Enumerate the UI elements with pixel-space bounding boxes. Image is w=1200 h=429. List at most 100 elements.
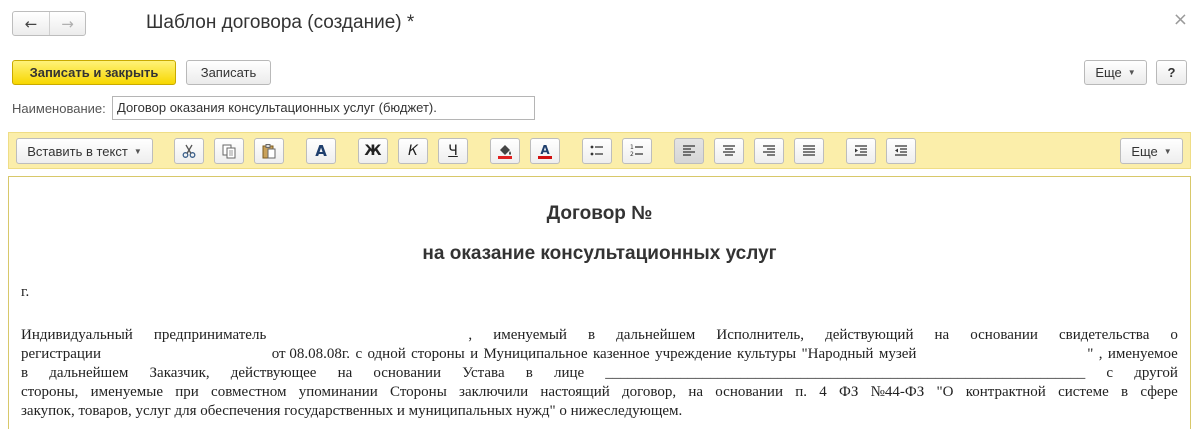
document-word: , [1098, 346, 1103, 362]
align-justify-icon [803, 145, 815, 156]
document-word: п. [795, 384, 807, 400]
document-title: Договор № [546, 203, 653, 224]
align-center-button[interactable] [714, 138, 744, 164]
document-word: именуемое [1107, 346, 1178, 362]
document-word: с [1106, 365, 1114, 381]
name-label: Наименование: [12, 101, 106, 116]
document-word: Исполнитель, [716, 327, 805, 343]
document-word: лице [553, 365, 585, 381]
document-word: 4 [819, 384, 827, 400]
italic-button[interactable]: К [398, 138, 428, 164]
increase-indent-button[interactable] [846, 138, 876, 164]
bold-button[interactable]: Ж [358, 138, 388, 164]
document-city: г. [21, 284, 30, 300]
document-word: регистрации [21, 346, 101, 362]
document-word: основании [970, 327, 1038, 343]
font-icon: A [315, 142, 327, 160]
underline-icon: Ч [448, 143, 458, 159]
help-button[interactable]: ? [1156, 60, 1187, 85]
document-word: упоминании [298, 384, 378, 400]
arrow-left-icon: ← [24, 14, 38, 33]
align-justify-button[interactable] [794, 138, 824, 164]
indent-decrease-icon [895, 145, 907, 156]
document-word: , [468, 327, 473, 343]
numbered-list-button[interactable]: 12 [622, 138, 652, 164]
document-word: от 08.08.08г. [271, 346, 351, 362]
document-word: №44-ФЗ [870, 384, 925, 400]
document-word: на [337, 365, 353, 381]
copy-icon [222, 144, 236, 159]
document-word: Муниципальное [483, 346, 588, 362]
close-button[interactable]: × [1173, 9, 1188, 30]
back-button[interactable]: ← [13, 12, 49, 35]
document-word: действующее [230, 365, 317, 381]
toolbar-more-button[interactable]: Еще ▼ [1120, 138, 1183, 164]
svg-text:1: 1 [630, 144, 634, 151]
document-word: закупок, товаров, услуг для обеспечения … [21, 403, 683, 419]
document-word: Заказчик, [149, 365, 210, 381]
insert-into-text-button[interactable]: Вставить в текст ▼ [16, 138, 153, 164]
chevron-down-icon: ▼ [1127, 68, 1136, 77]
align-right-button[interactable] [754, 138, 784, 164]
document-word: в [1121, 384, 1129, 400]
document-line: закупок, товаров, услуг для обеспечения … [21, 402, 1178, 421]
document-line: в дальнейшем Заказчик, действующее на основан… [21, 364, 1178, 383]
document-word: одной [367, 346, 406, 362]
close-icon: × [1172, 9, 1188, 30]
document-word: Индивидуальный [21, 327, 133, 343]
scissors-icon [182, 144, 196, 158]
background-color-button[interactable] [490, 138, 520, 164]
document-word: стороны [411, 346, 465, 362]
bold-icon: Ж [364, 143, 382, 159]
indent-increase-icon [855, 145, 867, 156]
decrease-indent-button[interactable] [886, 138, 916, 164]
more-commands-button[interactable]: Еще ▼ [1084, 60, 1147, 85]
document-word: договор, [622, 384, 677, 400]
document-word: в [21, 365, 29, 381]
document-word: свидетельства [1059, 327, 1150, 343]
svg-text:2: 2 [630, 151, 634, 158]
save-button[interactable]: Записать [186, 60, 271, 85]
document-line: стороны, именуемые при совместном упоминании… [21, 383, 1178, 402]
underline-button[interactable]: Ч [438, 138, 468, 164]
document-subtitle: на оказание консультационных услуг [422, 243, 777, 264]
document-word: о [1170, 327, 1178, 343]
save-and-close-button[interactable]: Записать и закрыть [12, 60, 176, 85]
align-center-icon [723, 145, 735, 156]
toolbar-more-label: Еще [1131, 143, 1158, 159]
document-word: другой [1134, 365, 1178, 381]
navigation-buttons: ← → [12, 11, 86, 36]
document-line: Индивидуальный предприниматель, именуемый в… [21, 326, 1178, 345]
document-word: Устава [462, 365, 505, 381]
window-titlebar: ← → Шаблон договора (создание) * × [0, 0, 1200, 50]
numbered-list-icon: 12 [630, 144, 643, 158]
bulleted-list-button[interactable] [582, 138, 612, 164]
document-body: Индивидуальный предприниматель, именуемый в… [21, 326, 1178, 421]
arrow-right-icon: → [61, 14, 74, 33]
copy-button[interactable] [214, 138, 244, 164]
more-label: Еще [1095, 65, 1122, 80]
paste-button[interactable] [254, 138, 284, 164]
document-word: ФЗ [838, 384, 859, 400]
document-word: "Народный [801, 346, 874, 362]
cut-button[interactable] [174, 138, 204, 164]
svg-text:A: A [540, 143, 550, 157]
font-color-button[interactable]: A [530, 138, 560, 164]
document-editor[interactable]: Договор № на оказание консультационных у… [8, 176, 1191, 429]
align-right-icon [763, 145, 775, 156]
align-left-button[interactable] [674, 138, 704, 164]
document-word: в [588, 327, 596, 343]
blank-field [287, 326, 447, 345]
font-color-icon: A [538, 143, 552, 159]
font-button[interactable]: A [306, 138, 336, 164]
document-line: регистрации от 08.08.08г. с одной стороны и Му… [21, 345, 1178, 364]
forward-button[interactable]: → [49, 12, 85, 35]
document-word: " [1087, 346, 1094, 362]
document-word: заключили [459, 384, 529, 400]
blank-field [106, 345, 266, 364]
document-word: с [355, 346, 363, 362]
formatting-toolbar: Вставить в текст ▼ A Ж К Ч A 12 Еще ▼ [8, 132, 1191, 169]
document-word: именуемые [90, 384, 164, 400]
italic-icon: К [408, 143, 418, 159]
name-input[interactable]: Договор оказания консультационных услуг … [112, 96, 535, 120]
